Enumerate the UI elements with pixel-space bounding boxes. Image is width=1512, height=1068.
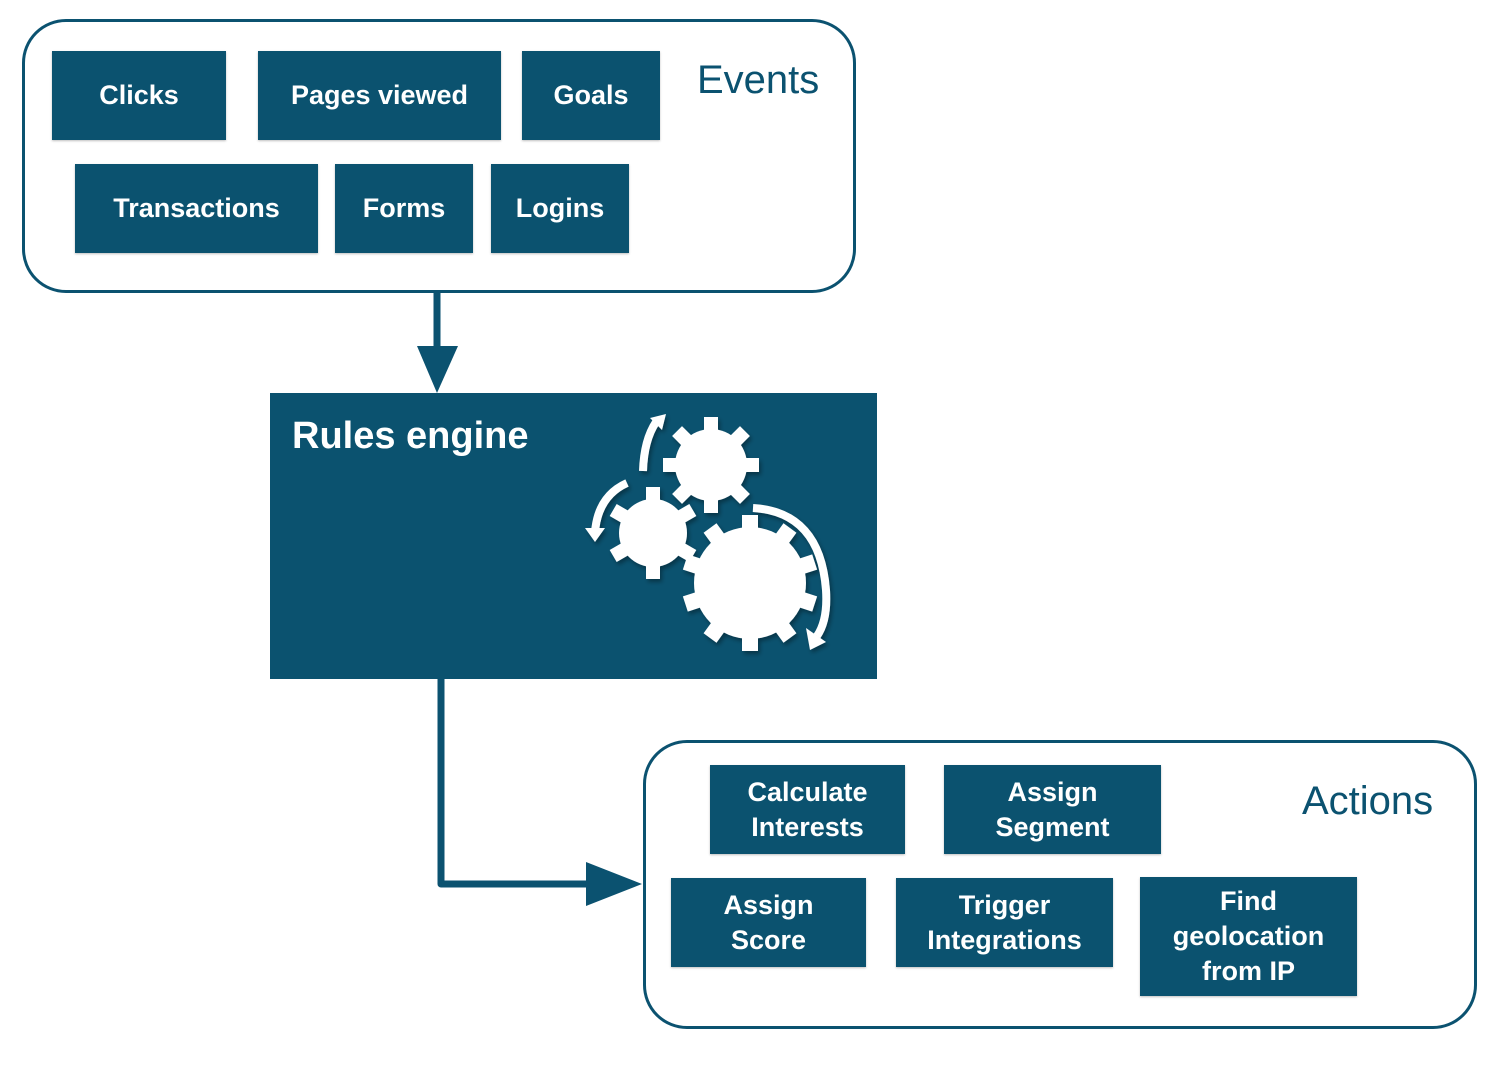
action-trigger-integrations: Trigger Integrations [896,878,1113,967]
arrow-engine-to-actions [437,679,642,906]
rules-engine-title: Rules engine [292,415,529,457]
event-logins: Logins [491,164,629,253]
event-transactions: Transactions [75,164,318,253]
action-assign-segment: Assign Segment [944,765,1161,854]
event-goals: Goals [522,51,660,140]
action-find-geolocation: Find geolocation from IP [1140,877,1357,996]
rules-engine-box: Rules engine [270,393,877,679]
action-assign-score: Assign Score [671,878,866,967]
events-title: Events [697,58,820,102]
action-calculate-interests: Calculate Interests [710,765,905,854]
event-forms: Forms [335,164,473,253]
gears-icon [585,414,831,651]
event-pages-viewed: Pages viewed [258,51,501,140]
arrow-events-to-engine [417,292,458,393]
event-clicks: Clicks [52,51,226,140]
actions-title: Actions [1302,779,1434,823]
